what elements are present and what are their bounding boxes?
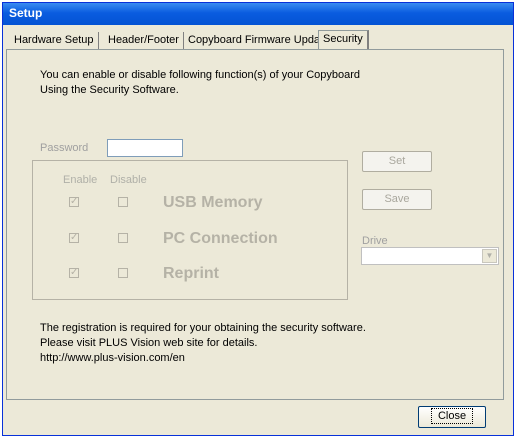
tab-hardware-setup[interactable]: Hardware Setup <box>10 32 99 49</box>
close-button[interactable]: Close <box>418 406 486 428</box>
registration-line-1: The registration is required for your ob… <box>40 322 366 334</box>
drive-label: Drive <box>362 235 388 247</box>
tab-strip: Hardware Setup Header/Footer Copyboard F… <box>4 30 519 50</box>
save-button[interactable]: Save <box>362 189 432 210</box>
close-button-label: Close <box>430 408 474 424</box>
usb-memory-disable-checkbox[interactable] <box>118 197 128 207</box>
pc-connection-disable-checkbox[interactable] <box>118 233 128 243</box>
reprint-enable-checkbox[interactable]: ✓ <box>69 268 79 278</box>
intro-line-2: Using the Security Software. <box>40 84 179 96</box>
tab-header-footer[interactable]: Header/Footer <box>104 32 184 49</box>
title-bar[interactable]: Setup <box>3 3 513 25</box>
password-label: Password <box>40 142 89 154</box>
reprint-label: Reprint <box>163 265 219 282</box>
tab-security[interactable]: Security <box>318 30 369 50</box>
registration-line-2: Please visit PLUS Vision web site for de… <box>40 337 258 349</box>
chevron-down-icon[interactable]: ▼ <box>482 249 497 263</box>
intro-text: You can enable or disable following func… <box>40 68 360 98</box>
window-title: Setup <box>9 6 43 20</box>
password-field[interactable] <box>107 139 183 157</box>
usb-memory-label: USB Memory <box>163 194 263 211</box>
disable-column-header: Disable <box>110 174 147 186</box>
intro-line-1: You can enable or disable following func… <box>40 69 361 81</box>
registration-url: http://www.plus-vision.com/en <box>40 352 185 364</box>
pc-connection-enable-checkbox[interactable]: ✓ <box>69 233 79 243</box>
registration-text: The registration is required for your ob… <box>40 321 366 366</box>
set-button[interactable]: Set <box>362 151 432 172</box>
reprint-disable-checkbox[interactable] <box>118 268 128 278</box>
drive-select[interactable]: ▼ <box>361 247 499 265</box>
pc-connection-label: PC Connection <box>163 230 278 247</box>
enable-column-header: Enable <box>63 174 98 186</box>
usb-memory-enable-checkbox[interactable]: ✓ <box>69 197 79 207</box>
tab-copyboard-firmware-update[interactable]: Copyboard Firmware Update <box>184 32 335 49</box>
